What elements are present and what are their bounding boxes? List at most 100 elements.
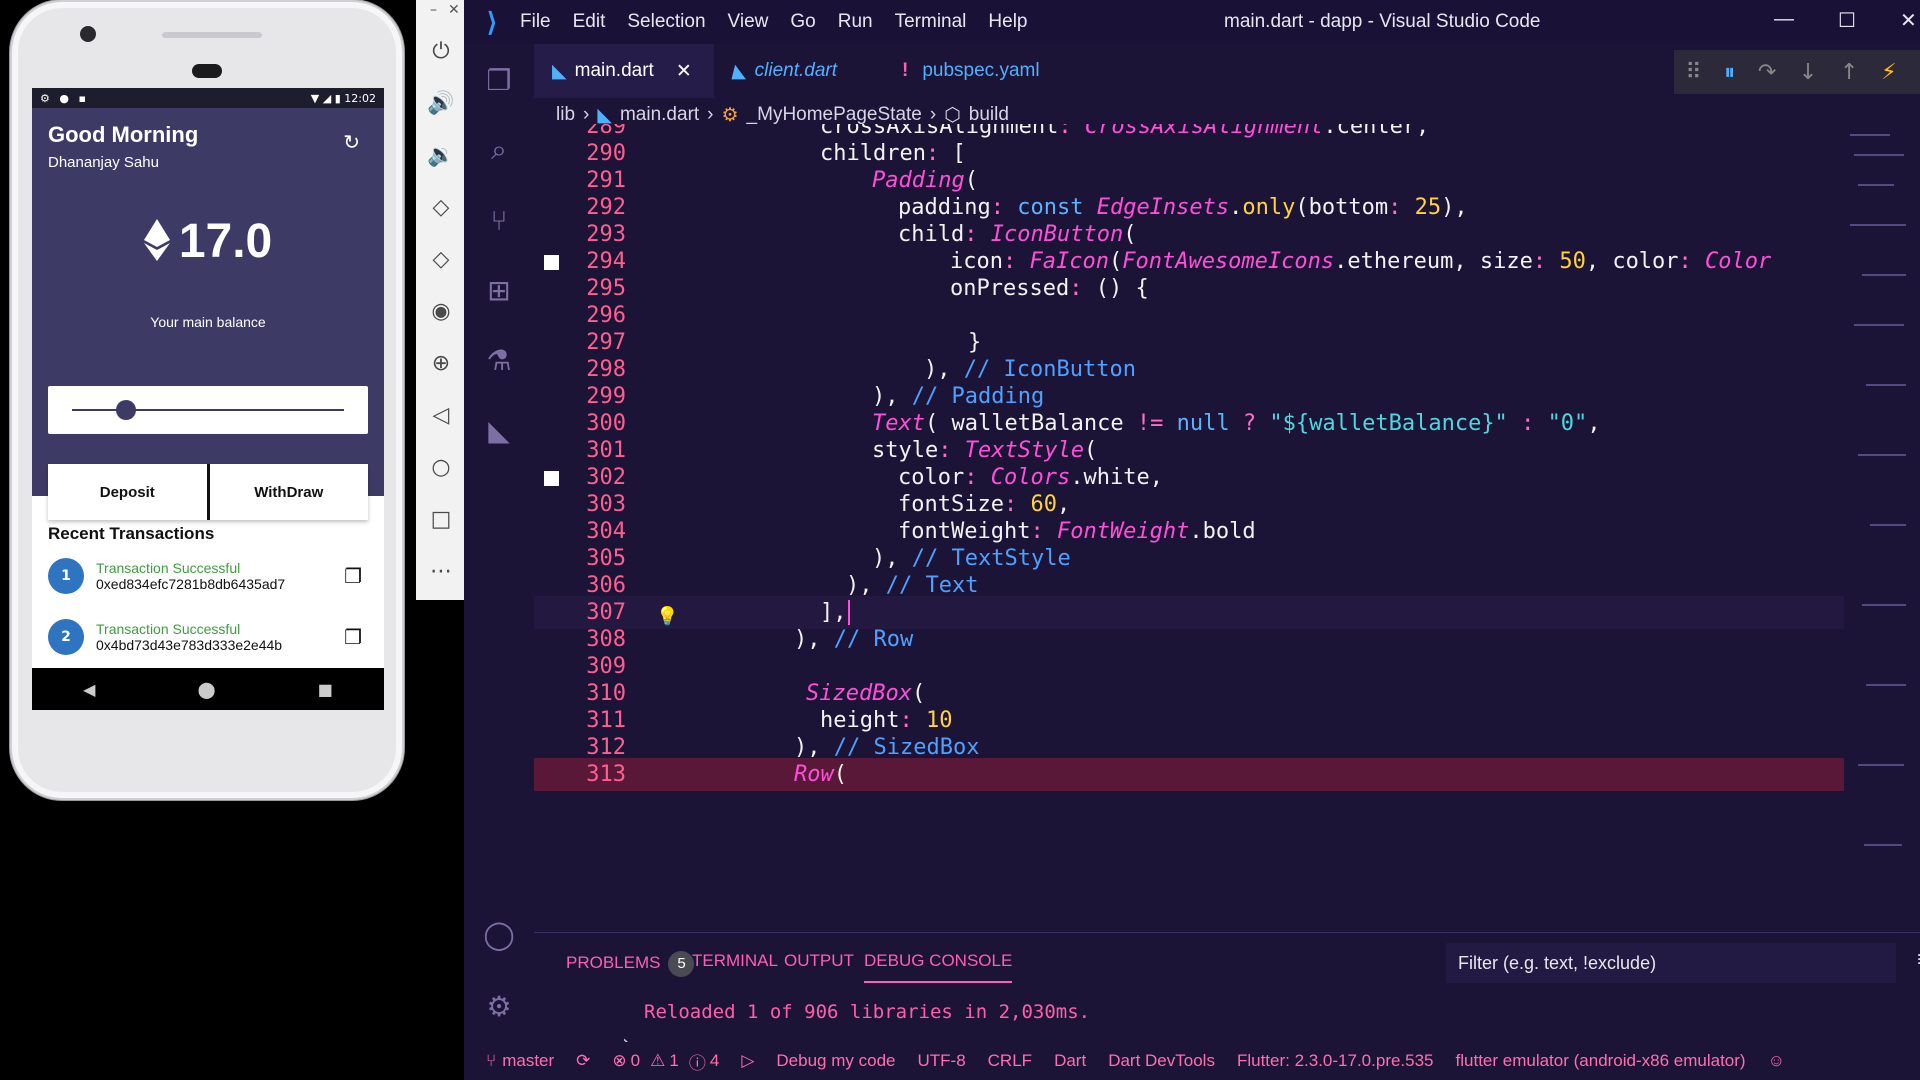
sd-card-icon: ▪ — [78, 91, 86, 105]
dart-icon: ◣ — [552, 60, 567, 82]
step-over-icon[interactable]: ↷ — [1758, 60, 1776, 85]
rotate-left-icon[interactable]: ◇ — [428, 194, 454, 220]
emulator-close-icon[interactable]: ✕ — [448, 2, 460, 18]
sync-icon[interactable]: ⟳ — [576, 1051, 590, 1071]
power-icon[interactable]: ⏻ — [428, 38, 454, 64]
line-ending[interactable]: CRLF — [988, 1051, 1032, 1071]
copy-icon[interactable]: ❐ — [344, 625, 362, 649]
problems-count-badge: 5 — [668, 951, 695, 977]
refresh-icon[interactable]: ↻ — [343, 130, 360, 154]
info-count[interactable]: 4 — [710, 1051, 719, 1071]
info-icon: ⓘ — [688, 1053, 706, 1073]
close-icon[interactable]: ✕ — [1900, 8, 1917, 33]
transaction-item: 1 Transaction Successful 0xed834efc7281b… — [48, 551, 368, 601]
title-bar: ⟩ File Edit Selection View Go Run Termin… — [464, 0, 1920, 44]
withdraw-button[interactable]: WithDraw — [210, 464, 369, 520]
overview-icon[interactable]: □ — [428, 506, 454, 532]
activity-bar: ❐ ⌕ ⑂ ⊞ ⚗ ◣ ◯ ⚙ — [464, 44, 534, 1060]
debug-config[interactable]: Debug my code — [776, 1051, 895, 1071]
back-icon[interactable]: ◀ — [83, 680, 95, 699]
window-title: main.dart - dapp - Visual Studio Code — [1224, 11, 1541, 32]
amount-slider-thumb[interactable] — [116, 400, 137, 420]
signal-icon: ◢ — [322, 91, 332, 105]
device-selector[interactable]: flutter emulator (android-x86 emulator) — [1456, 1051, 1746, 1071]
amount-slider-track[interactable] — [72, 409, 344, 411]
flutter-icon[interactable]: ◣ — [481, 412, 517, 448]
panel-tab-output[interactable]: OUTPUT — [784, 951, 854, 971]
minimap[interactable] — [1844, 124, 1914, 932]
code-editor[interactable]: 289 crossAxisAlignment: CrossAxisAlignmen… — [534, 124, 1844, 932]
menu-run[interactable]: Run — [838, 11, 873, 33]
breadcrumb-lib[interactable]: lib — [556, 104, 575, 126]
transaction-hash: 0xed834efc7281b8db6435ad7 — [96, 576, 286, 592]
encoding[interactable]: UTF-8 — [917, 1051, 965, 1071]
word-wrap-icon[interactable]: ≡ — [1916, 947, 1920, 972]
rotate-right-icon[interactable]: ◇ — [428, 246, 454, 272]
warning-count[interactable]: 1 — [669, 1051, 678, 1071]
home-icon[interactable]: ○ — [428, 454, 454, 480]
home-icon[interactable]: ⬤ — [198, 680, 216, 699]
testing-icon[interactable]: ⚗ — [481, 342, 517, 378]
step-out-icon[interactable]: ↑ — [1840, 60, 1858, 85]
menu-terminal[interactable]: Terminal — [895, 11, 967, 33]
hot-reload-icon[interactable]: ⚡ — [1881, 60, 1896, 85]
more-icon[interactable]: ⋯ — [428, 558, 454, 584]
tab-pubspec-yaml[interactable]: ! pubspec.yaml — [884, 44, 1060, 98]
source-control-icon[interactable]: ⑂ — [481, 202, 517, 238]
tab-main-dart[interactable]: ◣ main.dart ✕ — [534, 44, 714, 98]
language-mode[interactable]: Dart — [1054, 1051, 1086, 1071]
git-branch[interactable]: master — [502, 1051, 554, 1071]
circle-icon: ● — [59, 91, 69, 105]
maximize-icon[interactable]: ☐ — [1838, 8, 1856, 33]
transaction-status: Transaction Successful — [96, 621, 241, 637]
recents-icon[interactable]: ■ — [318, 680, 333, 699]
flutter-version[interactable]: Flutter: 2.3.0-17.0.pre.535 — [1237, 1051, 1434, 1071]
wallet-balance: 17.0 — [178, 215, 273, 268]
chevron-right-icon: › — [707, 104, 714, 125]
dart-icon: ◣ — [732, 60, 747, 82]
transaction-number: 1 — [48, 558, 84, 594]
breadcrumb-file[interactable]: main.dart — [620, 104, 699, 126]
deposit-button[interactable]: Deposit — [48, 464, 207, 520]
menu-selection[interactable]: Selection — [627, 11, 705, 33]
menu-view[interactable]: View — [728, 11, 769, 33]
volume-up-icon[interactable]: 🔊 — [427, 90, 454, 116]
breadcrumb-class[interactable]: _MyHomePageState — [747, 104, 922, 126]
zoom-icon[interactable]: ⊕ — [428, 350, 454, 376]
feedback-icon[interactable]: ☺ — [1768, 1051, 1785, 1071]
bottom-panel: PROBLEMS 5 TERMINAL OUTPUT DEBUG CONSOLE … — [534, 932, 1920, 1060]
account-icon[interactable]: ◯ — [481, 916, 517, 952]
balance-label: Your main balance — [150, 314, 266, 330]
search-icon[interactable]: ⌕ — [481, 132, 517, 168]
tab-label: client.dart — [754, 60, 837, 81]
filter-input[interactable]: Filter (e.g. text, !exclude) — [1446, 943, 1896, 983]
copy-icon[interactable]: ❐ — [344, 564, 362, 588]
greeting-title: Good Morning — [48, 122, 199, 147]
tab-client-dart[interactable]: ◣ client.dart — [714, 44, 884, 98]
explorer-icon[interactable]: ❐ — [481, 62, 517, 98]
menu-help[interactable]: Help — [988, 11, 1027, 33]
settings-gear-icon[interactable]: ⚙ — [481, 988, 517, 1024]
camera-icon[interactable]: ◉ — [428, 298, 454, 324]
pause-icon[interactable]: ⏸ — [1724, 60, 1735, 85]
panel-tab-debug-console[interactable]: DEBUG CONSOLE — [864, 951, 1013, 983]
dart-devtools[interactable]: Dart DevTools — [1108, 1051, 1215, 1071]
error-count[interactable]: 0 — [631, 1051, 640, 1071]
panel-tab-problems[interactable]: PROBLEMS 5 — [566, 951, 695, 977]
drag-handle-icon[interactable]: ⠿ — [1685, 60, 1701, 85]
panel-tab-terminal[interactable]: TERMINAL — [692, 951, 778, 971]
volume-down-icon[interactable]: 🔉 — [427, 142, 454, 168]
menu-file[interactable]: File — [520, 11, 551, 33]
breadcrumb-method[interactable]: build — [969, 104, 1009, 126]
battery-icon: ▮ — [334, 91, 341, 105]
menu-edit[interactable]: Edit — [573, 11, 606, 33]
step-into-icon[interactable]: ↓ — [1799, 60, 1817, 85]
close-tab-icon[interactable]: ✕ — [676, 60, 692, 83]
ethereum-icon[interactable] — [143, 218, 170, 265]
back-icon[interactable]: ◁ — [428, 402, 454, 428]
extensions-icon[interactable]: ⊞ — [481, 272, 517, 308]
emulator-minimize-icon[interactable]: – — [430, 2, 437, 18]
warning-marker: ! — [902, 60, 909, 81]
minimize-icon[interactable]: — — [1774, 8, 1794, 31]
menu-go[interactable]: Go — [790, 11, 815, 33]
